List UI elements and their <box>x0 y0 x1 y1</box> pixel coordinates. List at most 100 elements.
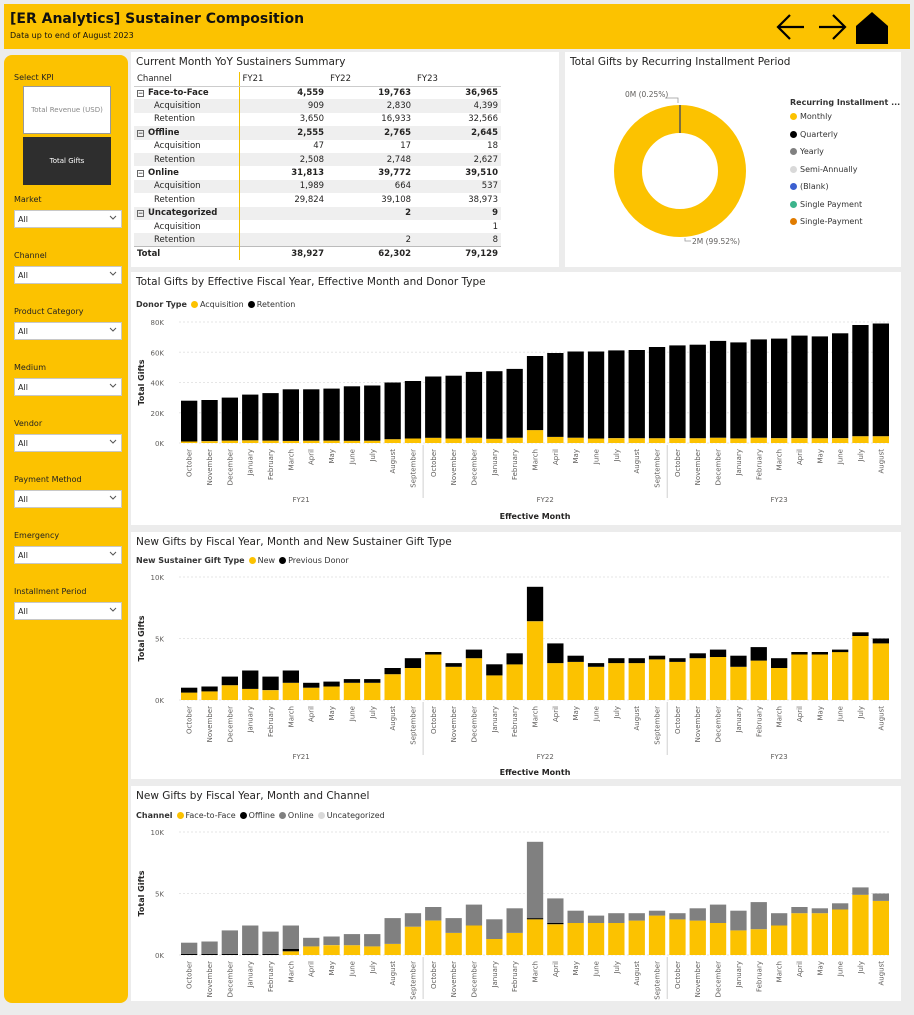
bar-segment-new[interactable] <box>587 666 605 700</box>
bar-segment-previous-donor[interactable] <box>282 670 299 683</box>
bar-segment-new[interactable] <box>303 687 320 700</box>
bar-segment-acquisition[interactable] <box>587 438 605 444</box>
bar-segment-face-to-face[interactable] <box>282 951 299 955</box>
bar-segment-new[interactable] <box>465 658 483 700</box>
bar-segment-online[interactable] <box>262 931 279 954</box>
bar-segment-new[interactable] <box>771 668 788 700</box>
bar-segment-face-to-face[interactable] <box>730 930 747 955</box>
bar-segment-acquisition[interactable] <box>221 440 238 443</box>
bar-segment-acquisition[interactable] <box>486 438 503 443</box>
bar-segment-offline[interactable] <box>201 953 218 955</box>
bar-segment-face-to-face[interactable] <box>608 923 625 955</box>
bar-segment-offline[interactable] <box>262 953 279 955</box>
column-header[interactable]: Channel <box>134 72 240 87</box>
bar-segment-online[interactable] <box>730 910 747 931</box>
bar-segment-previous-donor[interactable] <box>465 649 483 659</box>
bar-segment-acquisition[interactable] <box>445 438 462 444</box>
filter-dropdown-channel[interactable]: All <box>14 266 122 284</box>
bar-segment-previous-donor[interactable] <box>689 653 706 659</box>
bar-segment-offline[interactable] <box>282 948 299 952</box>
bar-segment-retention[interactable] <box>689 344 706 439</box>
bar-segment-acquisition[interactable] <box>242 440 259 443</box>
bar-segment-new[interactable] <box>526 621 544 700</box>
filter-dropdown-medium[interactable]: All <box>14 378 122 396</box>
bar-segment-previous-donor[interactable] <box>404 658 422 668</box>
bar-segment-online[interactable] <box>486 919 503 939</box>
bar-segment-acquisition[interactable] <box>811 438 828 443</box>
filter-dropdown-vendor[interactable]: All <box>14 434 122 452</box>
bar-segment-retention[interactable] <box>201 400 218 442</box>
bar-segment-retention[interactable] <box>343 386 361 441</box>
bar-segment-online[interactable] <box>689 908 706 921</box>
bar-segment-offline[interactable] <box>547 923 564 925</box>
bar-segment-retention[interactable] <box>587 351 605 439</box>
bar-segment-retention[interactable] <box>872 323 889 437</box>
bar-segment-acquisition[interactable] <box>303 440 320 443</box>
donut-legend-item[interactable]: Monthly <box>790 112 900 130</box>
bar-segment-acquisition[interactable] <box>323 440 340 443</box>
bar-segment-online[interactable] <box>526 841 544 919</box>
bar-segment-new[interactable] <box>181 692 198 700</box>
bar-segment-previous-donor[interactable] <box>547 643 564 664</box>
bar-segment-acquisition[interactable] <box>872 436 889 443</box>
forward-arrow-icon[interactable] <box>815 10 849 44</box>
bar-segment-face-to-face[interactable] <box>648 915 666 955</box>
bar-segment-acquisition[interactable] <box>384 439 401 443</box>
column-header[interactable]: FY23 <box>414 72 501 87</box>
bar-segment-online[interactable] <box>242 925 259 954</box>
bar-segment-online[interactable] <box>303 937 320 947</box>
bar-segment-retention[interactable] <box>709 340 727 438</box>
column-header[interactable]: FY22 <box>327 72 415 87</box>
bar-segment-acquisition[interactable] <box>547 436 564 443</box>
bar-segment-retention[interactable] <box>465 371 483 438</box>
bar-segment-previous-donor[interactable] <box>628 658 645 664</box>
bar-segment-offline[interactable] <box>221 953 238 955</box>
donut-legend-item[interactable]: Quarterly <box>790 130 900 148</box>
bar-segment-previous-donor[interactable] <box>771 658 788 668</box>
bar-segment-face-to-face[interactable] <box>404 926 422 955</box>
bar-segment-previous-donor[interactable] <box>343 679 361 683</box>
bar-segment-retention[interactable] <box>242 394 259 441</box>
bar-segment-acquisition[interactable] <box>404 438 422 444</box>
column-header[interactable]: FY21 <box>239 72 328 87</box>
bar-segment-previous-donor[interactable] <box>506 653 523 665</box>
bar-segment-face-to-face[interactable] <box>832 909 849 956</box>
bar-segment-retention[interactable] <box>506 368 523 438</box>
bar-segment-previous-donor[interactable] <box>730 655 747 667</box>
bar-segment-retention[interactable] <box>404 381 422 439</box>
home-icon[interactable] <box>854 10 890 44</box>
bar-segment-online[interactable] <box>201 941 218 954</box>
bar-segment-acquisition[interactable] <box>628 438 645 443</box>
bar-segment-retention[interactable] <box>303 389 320 441</box>
bar-segment-online[interactable] <box>465 904 483 926</box>
bar-segment-acquisition[interactable] <box>709 437 727 443</box>
bar-segment-acquisition[interactable] <box>689 438 706 443</box>
bar-segment-online[interactable] <box>384 918 401 944</box>
bar-segment-acquisition[interactable] <box>526 430 544 443</box>
bar-segment-new[interactable] <box>669 661 686 700</box>
bar-segment-retention[interactable] <box>323 388 340 441</box>
bar-segment-retention[interactable] <box>832 333 849 439</box>
bar-segment-retention[interactable] <box>730 342 747 439</box>
bar-segment-acquisition[interactable] <box>852 436 869 443</box>
bar-segment-online[interactable] <box>628 913 645 921</box>
donut-legend-item[interactable]: Semi-Annually <box>790 165 900 183</box>
bar-segment-new[interactable] <box>872 643 889 700</box>
bar-segment-new[interactable] <box>343 682 361 700</box>
bar-segment-new[interactable] <box>567 661 584 700</box>
bar-segment-acquisition[interactable] <box>567 437 584 443</box>
bar-segment-online[interactable] <box>221 930 238 954</box>
bar-segment-previous-donor[interactable] <box>221 676 238 686</box>
bar-segment-face-to-face[interactable] <box>486 939 503 955</box>
bar-segment-new[interactable] <box>425 654 442 701</box>
bar-segment-online[interactable] <box>282 925 299 949</box>
bar-segment-online[interactable] <box>181 942 198 954</box>
bar-segment-retention[interactable] <box>445 375 462 439</box>
bar-segment-previous-donor[interactable] <box>384 668 401 675</box>
bar-segment-online[interactable] <box>709 904 727 923</box>
bar-segment-new[interactable] <box>486 675 503 700</box>
bar-segment-acquisition[interactable] <box>791 438 808 443</box>
bar-segment-previous-donor[interactable] <box>852 632 869 636</box>
bar-segment-new[interactable] <box>730 666 747 700</box>
bar-segment-face-to-face[interactable] <box>669 919 686 955</box>
